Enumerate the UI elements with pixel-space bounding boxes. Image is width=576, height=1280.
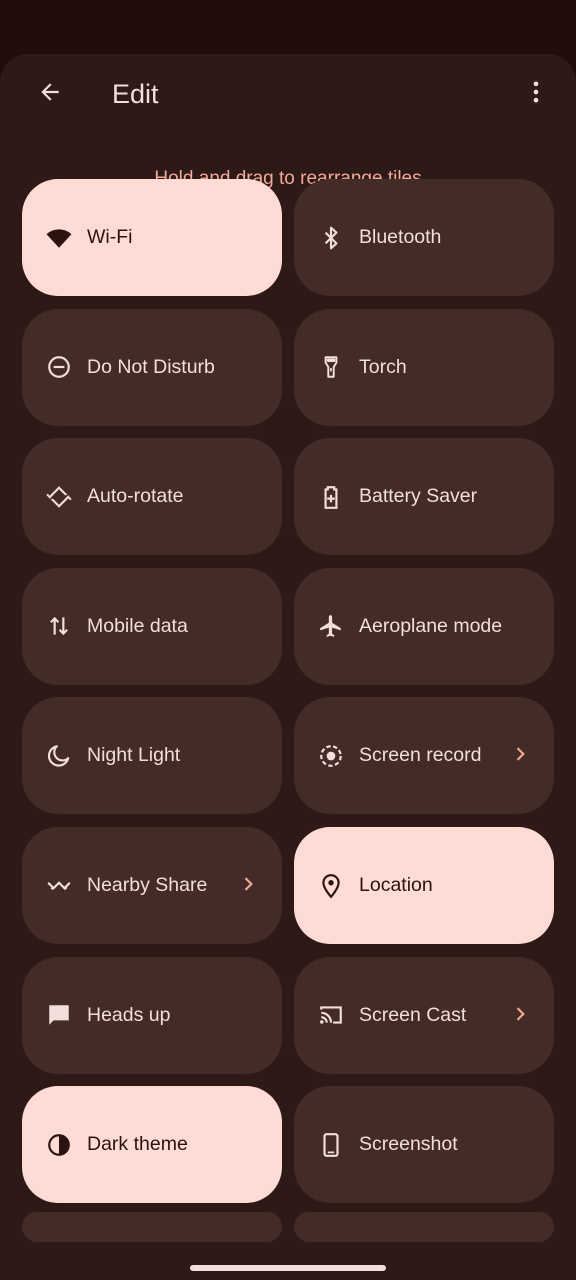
tile-aeroplane-mode[interactable]: Aeroplane mode (294, 567, 554, 685)
night-light-icon (46, 743, 72, 769)
tile-night-light[interactable]: Night Light (22, 697, 282, 815)
battery-saver-icon (318, 484, 344, 510)
dark-theme-icon (46, 1132, 72, 1158)
tile-label: Auto-rotate (87, 485, 184, 508)
tile-label: Mobile data (87, 614, 188, 637)
tile-screen-cast[interactable]: Screen Cast (294, 956, 554, 1074)
more-vert-icon (522, 78, 550, 111)
airplane-icon (318, 613, 344, 639)
torch-icon (318, 354, 344, 380)
tile-label: Screenshot (359, 1133, 458, 1156)
tile-auto-rotate[interactable]: Auto-rotate (22, 438, 282, 556)
tile-torch[interactable]: Torch (294, 308, 554, 426)
tile-wi-fi[interactable]: Wi-Fi (22, 179, 282, 296)
location-icon (318, 873, 344, 899)
partial-tile[interactable] (22, 1212, 282, 1242)
top-bar: Edit (0, 54, 576, 134)
tile-screenshot[interactable]: Screenshot (294, 1086, 554, 1204)
heads-up-icon (46, 1002, 72, 1028)
tile-bluetooth[interactable]: Bluetooth (294, 179, 554, 296)
tile-label: Night Light (87, 744, 181, 767)
screen-record-icon (318, 743, 344, 769)
home-indicator (190, 1265, 386, 1271)
tile-do-not-disturb[interactable]: Do Not Disturb (22, 308, 282, 426)
tile-label: Do Not Disturb (87, 355, 215, 378)
tile-label: Battery Saver (359, 485, 478, 508)
wifi-icon (46, 225, 72, 251)
auto-rotate-icon (46, 484, 72, 510)
tile-label: Wi-Fi (87, 226, 133, 248)
chevron-right-icon[interactable] (508, 1002, 532, 1026)
tile-dark-theme[interactable]: Dark theme (22, 1086, 282, 1204)
chevron-right-icon[interactable] (236, 872, 260, 896)
tile-location[interactable]: Location (294, 827, 554, 944)
tile-label: Torch (359, 355, 407, 378)
tile-label: Screen record (359, 744, 482, 767)
do-not-disturb-icon (46, 354, 72, 380)
tile-label: Screen Cast (359, 1003, 467, 1026)
tile-heads-up[interactable]: Heads up (22, 956, 282, 1074)
partial-tile[interactable] (294, 1212, 554, 1242)
back-button[interactable] (26, 76, 74, 112)
tile-label: Aeroplane mode (359, 614, 503, 637)
tile-nearby-share[interactable]: Nearby Share (22, 827, 282, 944)
page-title: Edit (112, 79, 159, 109)
screenshot-icon (318, 1132, 344, 1158)
screen-cast-icon (318, 1002, 344, 1028)
tile-mobile-data[interactable]: Mobile data (22, 567, 282, 685)
tile-label: Nearby Share (87, 874, 208, 896)
more-options-button[interactable] (516, 74, 556, 114)
nearby-share-icon (46, 873, 72, 899)
mobile-data-icon (46, 613, 72, 639)
tile-label: Bluetooth (359, 226, 442, 248)
tile-label: Location (359, 874, 433, 896)
bluetooth-icon (318, 225, 344, 251)
tile-label: Heads up (87, 1003, 171, 1026)
back-arrow-icon (37, 79, 63, 110)
tile-battery-saver[interactable]: Battery Saver (294, 438, 554, 556)
tile-screen-record[interactable]: Screen record (294, 697, 554, 815)
chevron-right-icon[interactable] (508, 742, 532, 766)
tile-label: Dark theme (87, 1133, 188, 1156)
